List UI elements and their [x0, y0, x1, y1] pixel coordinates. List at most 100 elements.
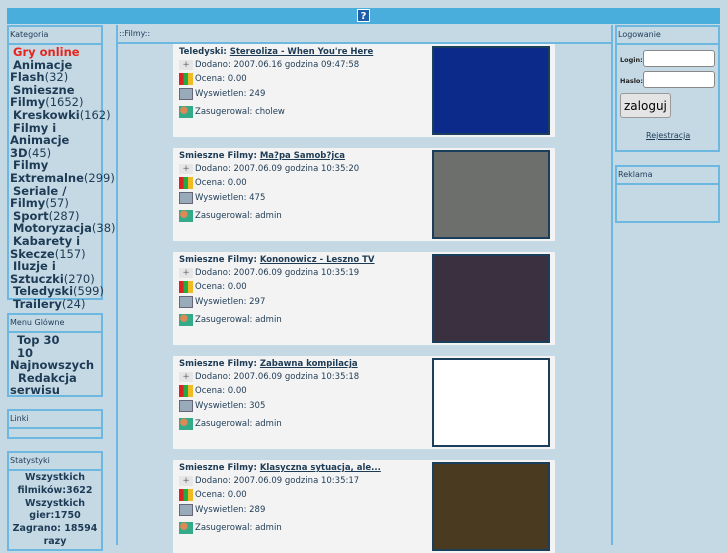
film-added: Dodano: 2007.06.09 godzina 10:35:20	[195, 164, 360, 174]
film-title-row: Smieszne Filmy: Ma?pa Samob?jca	[179, 151, 345, 161]
ads-panel: Reklama	[615, 165, 720, 223]
film-thumbnail[interactable]	[432, 254, 550, 343]
category-list: Gry online Animacje Flash(32) Smieszne Fil…	[9, 45, 116, 311]
user-icon	[179, 210, 193, 222]
film-thumbnail[interactable]	[432, 358, 550, 447]
film-rating: Ocena: 0.00	[195, 74, 247, 84]
film-title-row: Smieszne Filmy: Zabawna kompilacja	[179, 359, 358, 369]
category-link[interactable]: Trailery	[13, 297, 62, 311]
user-icon	[179, 418, 193, 430]
stats-title: Statystyki	[9, 453, 101, 471]
film-suggested-by: Zasugerowal: admin	[195, 523, 282, 533]
film-title-link[interactable]: Klasyczna sytuacja, ale...	[260, 463, 381, 473]
menu-top30[interactable]: Top 30	[10, 334, 101, 347]
register-link[interactable]: Rejestracja	[646, 131, 690, 140]
film-suggested-by: Zasugerowal: admin	[195, 315, 282, 325]
links-panel: Linki	[7, 409, 103, 439]
plus-icon: +	[179, 268, 193, 278]
user-icon	[179, 522, 193, 534]
plus-icon: +	[179, 164, 193, 174]
film-title-link[interactable]: Kononowicz - Leszno TV	[260, 255, 375, 265]
monitor-icon	[179, 400, 193, 412]
film-added: Dodano: 2007.06.16 godzina 09:47:58	[195, 60, 360, 70]
film-rating: Ocena: 0.00	[195, 282, 247, 292]
stat-films: Wszystkich filmików:3622	[17, 472, 93, 496]
film-views: Wyswietlen: 305	[195, 401, 266, 411]
monitor-icon	[179, 192, 193, 204]
category-item[interactable]: Smieszne Filmy(1652)	[10, 84, 101, 109]
category-count: (38)	[91, 221, 116, 236]
password-label: Haslo:	[620, 77, 643, 85]
login-button[interactable]: zaloguj	[620, 93, 671, 118]
main-menu-panel: Menu Glówne Top 30 10 Najnowszych Redakc…	[7, 313, 103, 397]
menu-editorial[interactable]: Redakcja serwisu	[10, 371, 101, 397]
ads-title: Reklama	[617, 167, 718, 185]
film-card: Smieszne Filmy: Klasyczna sytuacja, ale.…	[173, 460, 555, 553]
category-count: (157)	[54, 246, 86, 261]
login-label: Login:	[620, 56, 643, 64]
main-title: ::Filmy::	[116, 25, 613, 44]
user-icon	[179, 314, 193, 326]
plus-icon: +	[179, 476, 193, 486]
film-views: Wyswietlen: 475	[195, 193, 266, 203]
monitor-icon	[179, 296, 193, 308]
rating-icon	[179, 489, 193, 501]
rating-icon	[179, 385, 193, 397]
film-thumbnail[interactable]	[432, 462, 550, 551]
user-icon	[179, 106, 193, 118]
film-category: Smieszne Filmy:	[179, 359, 257, 369]
rating-icon	[179, 177, 193, 189]
main-menu-title: Menu Glówne	[9, 315, 101, 333]
film-suggested-by: Zasugerowal: cholew	[195, 107, 285, 117]
category-item[interactable]: Filmy Extremalne(299)	[10, 158, 115, 185]
category-item[interactable]: Iluzje i Sztuczki(270)	[10, 260, 101, 285]
film-views: Wyswietlen: 297	[195, 297, 266, 307]
login-panel: Logowanie Login: Haslo: zaloguj Rejestra…	[615, 25, 720, 152]
film-thumbnail[interactable]	[432, 150, 550, 239]
rating-icon	[179, 281, 193, 293]
monitor-icon	[179, 88, 193, 100]
category-item[interactable]: Filmy i Animacje 3D(45)	[10, 121, 101, 160]
film-rating: Ocena: 0.00	[195, 178, 247, 188]
links-title: Linki	[9, 411, 101, 429]
film-added: Dodano: 2007.06.09 godzina 10:35:17	[195, 476, 360, 486]
film-category: Teledyski:	[179, 47, 227, 57]
menu-newest[interactable]: 10 Najnowszych	[10, 346, 101, 372]
film-title-row: Smieszne Filmy: Kononowicz - Leszno TV	[179, 255, 375, 265]
film-card: Smieszne Filmy: Kononowicz - Leszno TV +…	[173, 252, 555, 345]
film-title-link[interactable]: Ma?pa Samob?jca	[260, 151, 345, 161]
film-added: Dodano: 2007.06.09 godzina 10:35:18	[195, 372, 360, 382]
film-category: Smieszne Filmy:	[179, 151, 257, 161]
login-title: Logowanie	[617, 27, 718, 45]
film-title-row: Teledyski: Stereoliza - When You're Here	[179, 47, 373, 57]
category-link[interactable]: Filmy Extremalne	[10, 158, 84, 185]
help-icon[interactable]: ?	[357, 9, 370, 22]
plus-icon: +	[179, 372, 193, 382]
category-panel-title: Kategoria	[9, 27, 101, 45]
login-input[interactable]	[643, 50, 715, 67]
rating-icon	[179, 73, 193, 85]
category-item[interactable]: Seriale / Filmy(57)	[10, 184, 101, 210]
category-link[interactable]: Iluzje i Sztuczki	[10, 259, 64, 286]
stat-games: Wszystkich gier:1750	[24, 497, 86, 522]
film-thumbnail[interactable]	[432, 46, 550, 135]
category-count: (299)	[83, 170, 115, 185]
category-count: (24)	[61, 296, 86, 311]
film-views: Wyswietlen: 289	[195, 505, 266, 515]
category-count: (162)	[79, 107, 111, 122]
category-item[interactable]: Kabarety i Skecze(157)	[10, 235, 101, 260]
category-panel: Kategoria Gry online Animacje Flash(32) Sm…	[7, 25, 116, 310]
stats-panel: Statystyki Wszystkich filmików:3622 Wszy…	[7, 451, 103, 551]
category-item[interactable]: Trailery(24)	[10, 298, 101, 311]
film-rating: Ocena: 0.00	[195, 490, 247, 500]
film-title-link[interactable]: Zabawna kompilacja	[260, 359, 358, 369]
password-input[interactable]	[643, 71, 715, 88]
film-suggested-by: Zasugerowal: admin	[195, 419, 282, 429]
film-suggested-by: Zasugerowal: admin	[195, 211, 282, 221]
monitor-icon	[179, 504, 193, 516]
category-item[interactable]: Animacje Flash(32)	[10, 58, 101, 84]
film-card: Teledyski: Stereoliza - When You're Here…	[173, 44, 555, 137]
film-card: Smieszne Filmy: Zabawna kompilacja + Doda…	[173, 356, 555, 449]
film-title-link[interactable]: Stereoliza - When You're Here	[230, 47, 374, 57]
film-rating: Ocena: 0.00	[195, 386, 247, 396]
